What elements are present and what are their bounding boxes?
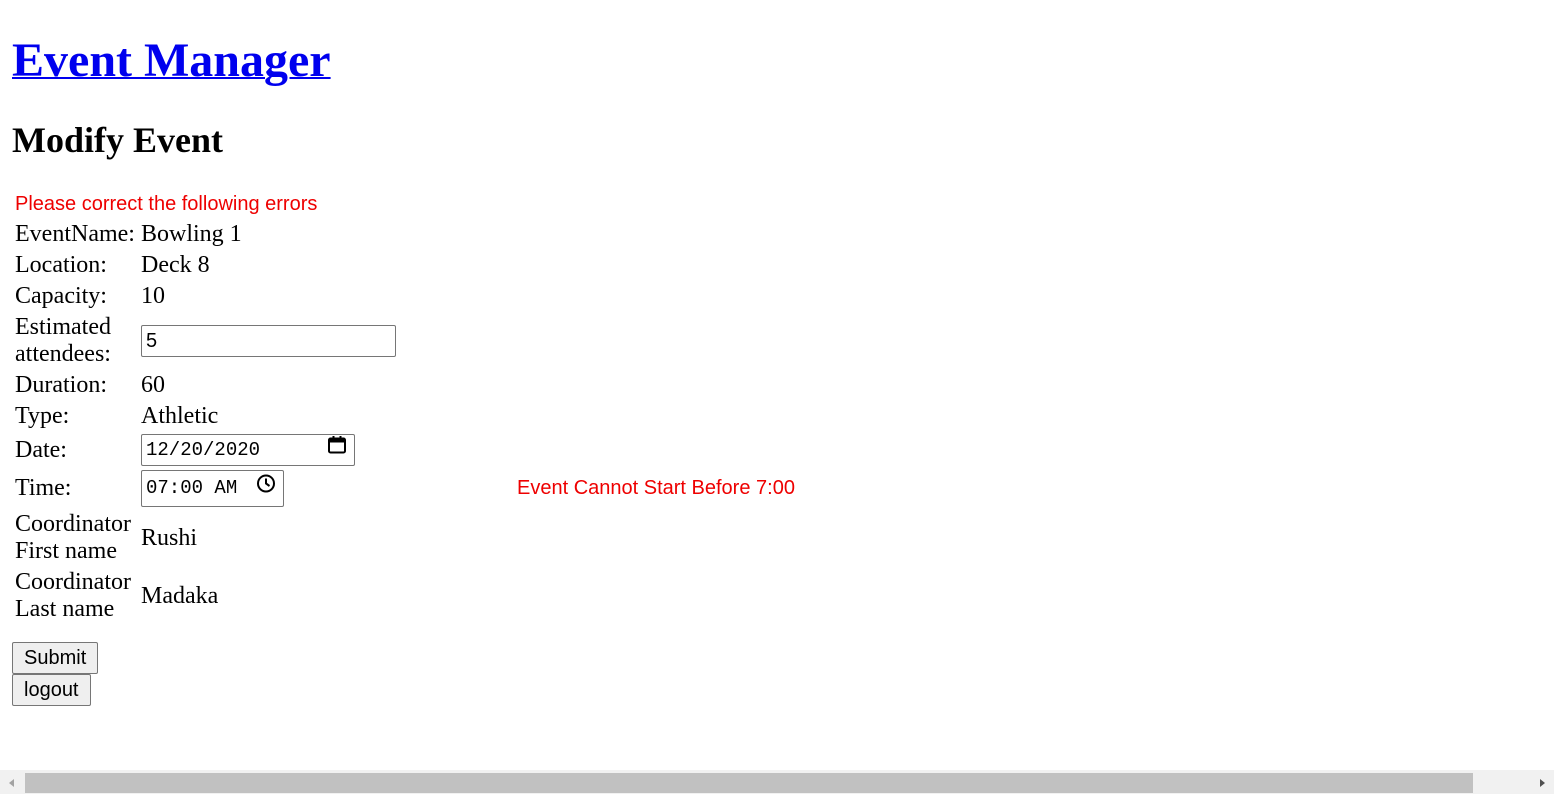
capacity-value: 10	[141, 283, 165, 309]
time-label: Time:	[15, 475, 72, 501]
row-coordinator-first: Coordinator First name Rushi	[14, 510, 796, 566]
scrollbar-thumb[interactable]	[25, 773, 1473, 793]
row-time: Time: 07:00 AM Event Cannot Start Before…	[14, 469, 796, 508]
clock-icon[interactable]	[256, 471, 276, 506]
time-error-message: Event Cannot Start Before 7:00	[517, 477, 795, 499]
coordinator-last-value: Madaka	[141, 582, 219, 609]
page-title: Modify Event	[12, 120, 223, 160]
logout-button[interactable]: logout	[12, 674, 91, 706]
date-label: Date:	[15, 436, 67, 463]
submit-button[interactable]: Submit	[12, 642, 99, 674]
attendees-label: Estimated attendees:	[15, 314, 111, 367]
coordinator-first-label: Coordinator First name	[15, 511, 131, 564]
coordinator-first-value: Rushi	[141, 524, 198, 551]
attendees-input[interactable]: 5	[141, 325, 396, 357]
scroll-left-arrow-icon[interactable]	[4, 775, 20, 791]
event-name-value: Bowling 1	[141, 221, 242, 247]
site-title-link[interactable]: Event Manager	[12, 34, 331, 87]
duration-label: Duration:	[15, 372, 107, 398]
date-input-value: 12/20/2020	[146, 439, 261, 461]
row-type: Type: Athletic	[14, 402, 796, 431]
calendar-icon[interactable]	[327, 435, 347, 465]
site-title: Event Manager	[12, 35, 331, 87]
row-event-name: EventName: Bowling 1	[14, 220, 796, 249]
event-name-label: EventName:	[15, 221, 135, 247]
error-summary: Please correct the following errors	[15, 193, 318, 215]
date-input[interactable]: 12/20/2020	[141, 434, 355, 466]
row-capacity: Capacity: 10	[14, 282, 796, 311]
horizontal-scrollbar[interactable]	[0, 770, 1554, 794]
row-date: Date: 12/20/2020	[14, 433, 796, 467]
location-label: Location:	[15, 252, 107, 278]
time-input[interactable]: 07:00 AM	[141, 470, 284, 507]
capacity-label: Capacity:	[15, 283, 107, 309]
event-form: EventName: Bowling 1 Location: Deck 8 Ca…	[12, 218, 798, 626]
row-coordinator-last: Coordinator Last name Madaka	[14, 568, 796, 624]
type-label: Type:	[15, 403, 70, 429]
coordinator-last-label: Coordinator Last name	[15, 569, 131, 622]
time-input-value: 07:00 AM	[146, 477, 238, 499]
row-location: Location: Deck 8	[14, 251, 796, 280]
location-value: Deck 8	[141, 252, 210, 278]
row-duration: Duration: 60	[14, 371, 796, 400]
row-attendees: Estimated attendees: 5	[14, 313, 796, 369]
duration-value: 60	[141, 372, 165, 398]
scroll-right-arrow-icon[interactable]	[1534, 775, 1550, 791]
type-value: Athletic	[141, 403, 219, 429]
